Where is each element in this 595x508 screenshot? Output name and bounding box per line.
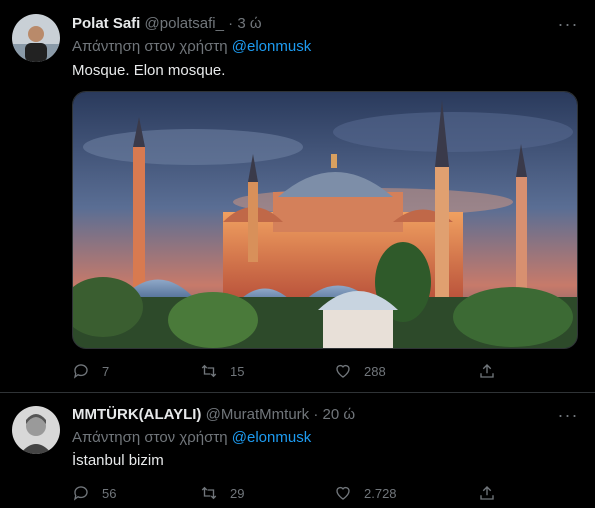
share-button[interactable] xyxy=(478,360,508,382)
retweet-count: 15 xyxy=(230,363,245,379)
retweet-count: 29 xyxy=(230,485,245,501)
tweet-1[interactable]: Polat Safi @polatsafi_ · 3 ώ ··· Απάντησ… xyxy=(0,0,595,392)
tweet-image[interactable] xyxy=(72,91,578,349)
reply-context: Απάντηση στον χρήστη @elonmusk xyxy=(72,38,311,55)
like-button[interactable]: 288 xyxy=(334,360,386,382)
tweet-actions: 7 15 288 xyxy=(72,360,502,382)
separator: · xyxy=(313,406,319,423)
avatar[interactable] xyxy=(12,406,60,454)
reply-icon xyxy=(73,486,88,501)
like-count: 2.728 xyxy=(364,485,397,501)
share-icon xyxy=(480,486,494,500)
retweet-button[interactable]: 29 xyxy=(200,482,244,504)
reply-count: 56 xyxy=(102,485,117,501)
display-name[interactable]: MMTÜRK(ALAYLI) xyxy=(72,406,201,423)
display-name[interactable]: Polat Safi xyxy=(72,15,140,32)
retweet-icon xyxy=(201,364,217,378)
hagia-sophia-image xyxy=(73,92,577,348)
avatar[interactable] xyxy=(12,14,60,62)
reply-button[interactable]: 56 xyxy=(72,482,116,504)
reply-to-link[interactable]: @elonmusk xyxy=(232,429,311,446)
reply-prefix: Απάντηση στον χρήστη xyxy=(72,38,228,55)
user-handle[interactable]: @polatsafi_ xyxy=(145,15,224,32)
timestamp[interactable]: 20 ώ xyxy=(323,406,356,423)
more-dots-icon[interactable]: ··· xyxy=(557,406,579,430)
timestamp[interactable]: 3 ώ xyxy=(237,15,261,32)
heart-icon xyxy=(336,486,350,500)
reply-icon xyxy=(73,364,88,379)
reply-context: Απάντηση στον χρήστη @elonmusk xyxy=(72,429,311,446)
reply-to-link[interactable]: @elonmusk xyxy=(232,38,311,55)
like-button[interactable]: 2.728 xyxy=(334,482,397,504)
like-count: 288 xyxy=(364,363,386,379)
user-handle[interactable]: @MuratMmturk xyxy=(206,406,310,423)
reply-count: 7 xyxy=(102,363,110,379)
tweet-header: Polat Safi @polatsafi_ · 3 ώ xyxy=(72,15,262,32)
retweet-icon xyxy=(201,486,217,500)
tweet-2[interactable]: MMTÜRK(ALAYLI) @MuratMmturk · 20 ώ ··· Α… xyxy=(0,393,595,508)
reply-prefix: Απάντηση στον χρήστη xyxy=(72,429,228,446)
tweet-actions: 56 29 2.728 xyxy=(72,482,502,504)
tweet-text: İstanbul bizim xyxy=(72,452,164,469)
retweet-button[interactable]: 15 xyxy=(200,360,244,382)
reply-button[interactable]: 7 xyxy=(72,360,109,382)
heart-icon xyxy=(336,364,350,378)
tweet-text: Mosque. Elon mosque. xyxy=(72,62,226,79)
share-button[interactable] xyxy=(478,482,508,504)
tweet-header: MMTÜRK(ALAYLI) @MuratMmturk · 20 ώ xyxy=(72,406,355,423)
share-icon xyxy=(480,364,494,378)
separator: · xyxy=(228,15,234,32)
more-dots-icon[interactable]: ··· xyxy=(557,15,579,39)
